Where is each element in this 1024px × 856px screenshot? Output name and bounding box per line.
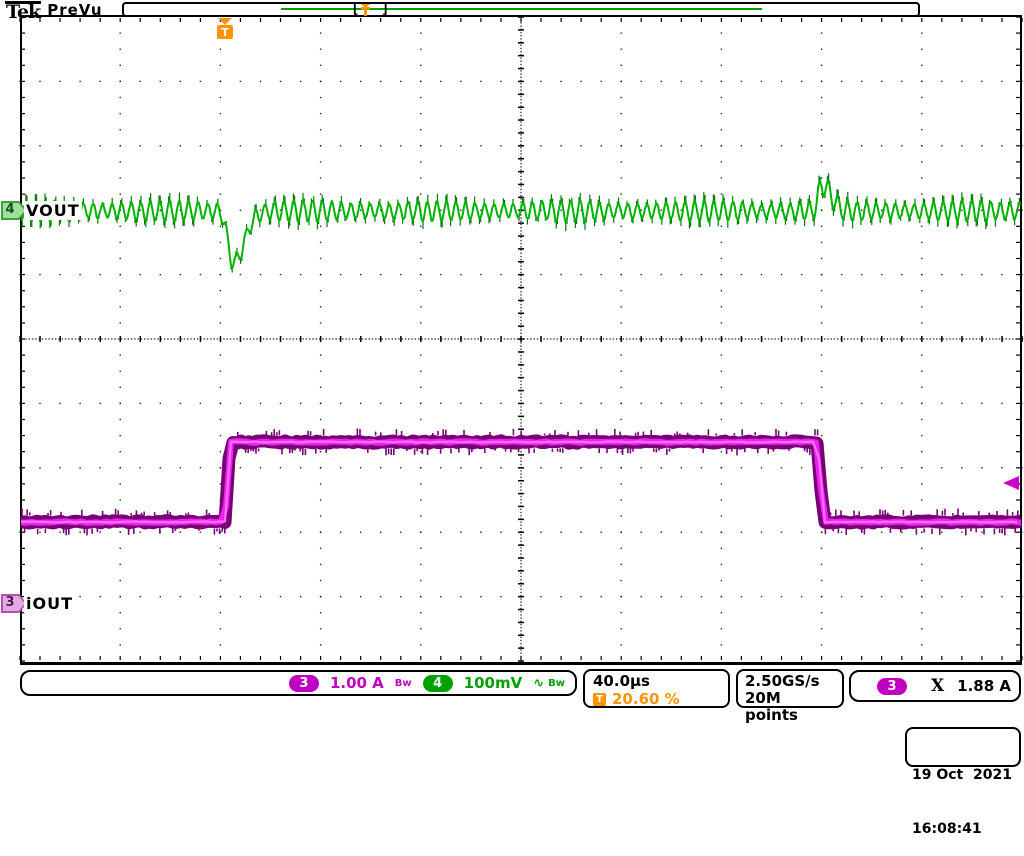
record-view-bar[interactable]: [ ] [122,2,920,17]
trigger-source-badge: 3 [877,678,907,695]
graticule [20,15,1022,665]
vout-label: VOUT [24,201,82,220]
datetime-box: 19 Oct 2021 16:08:41 [905,727,1021,767]
trigger-readout: 3 X 1.88 A [849,670,1021,702]
trigger-level-value: 1.88 A [957,677,1011,695]
window-bracket-right[interactable]: ] [381,1,389,17]
trigger-position-icon: T [593,693,606,706]
ch4-scale-badge: 4 [423,675,453,692]
sample-rate: 2.50GS/s [745,673,835,690]
trigger-slope-icon: X [931,676,944,696]
ch4-marker-number: 4 [1,202,19,217]
scope-header: Tek PreVu [5,1,103,21]
date-label: 19 Oct 2021 [912,766,1014,784]
record-length: 20M points [745,690,835,724]
channel-scale-readout: 3 1.00 A Bw 4 100mV ∿ Bw [20,670,577,696]
ch3-marker-number: 3 [1,595,19,610]
ch3-scale-value: 1.00 A [330,674,384,692]
ch3-bandwidth-icon: Bw [395,678,412,689]
trigger-position-value: 20.60 % [612,690,680,708]
ch4-coupling-icon: ∿ [533,676,544,691]
ch4-bandwidth-icon: Bw [548,678,565,689]
tek-logo: Tek [5,1,41,21]
timebase-readout: 40.0µs T 20.60 % [583,669,730,708]
ch3-scale-badge: 3 [289,675,319,692]
timebase-scale: 40.0µs [593,673,720,690]
acquisition-readout: 2.50GS/s 20M points [736,669,844,708]
time-label: 16:08:41 [912,820,1014,838]
ch4-scale-value: 100mV [464,674,523,692]
acquisition-mode-label: PreVu [47,1,102,19]
iout-label: iOUT [24,594,75,613]
record-trigger-icon[interactable] [359,4,372,16]
